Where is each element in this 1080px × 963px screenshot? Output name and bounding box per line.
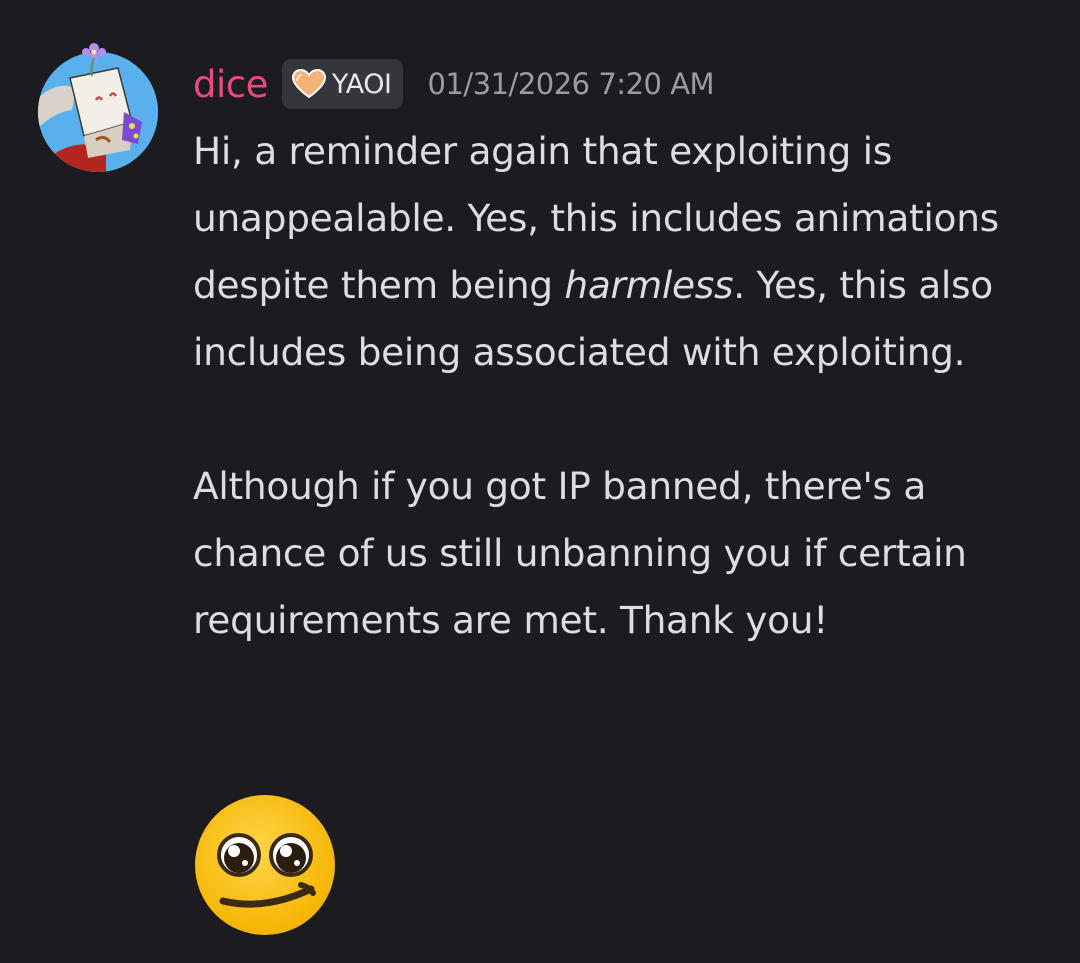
username[interactable]: dice <box>193 63 268 106</box>
message-paragraph: Hi, a reminder again that exploiting is … <box>193 118 1053 386</box>
avatar-image <box>38 43 158 172</box>
orange-heart-icon <box>291 69 326 99</box>
emoji-image <box>195 795 335 935</box>
message-paragraph: Although if you got IP banned, there's a… <box>193 464 967 642</box>
user-avatar[interactable] <box>36 40 160 174</box>
emphasized-text: harmless <box>564 263 734 307</box>
message-content: Hi, a reminder again that exploiting is … <box>193 118 1053 654</box>
pleading-smile-emoji[interactable] <box>193 793 337 937</box>
role-label: YAOI <box>331 68 392 100</box>
message-header: dice YAOI 01/31/2026 7:20 AM <box>193 56 715 112</box>
chat-message: dice YAOI 01/31/2026 7:20 AM Hi, a remin… <box>0 0 1080 963</box>
role-tag[interactable]: YAOI <box>281 59 404 109</box>
message-timestamp: 01/31/2026 7:20 AM <box>427 67 715 101</box>
